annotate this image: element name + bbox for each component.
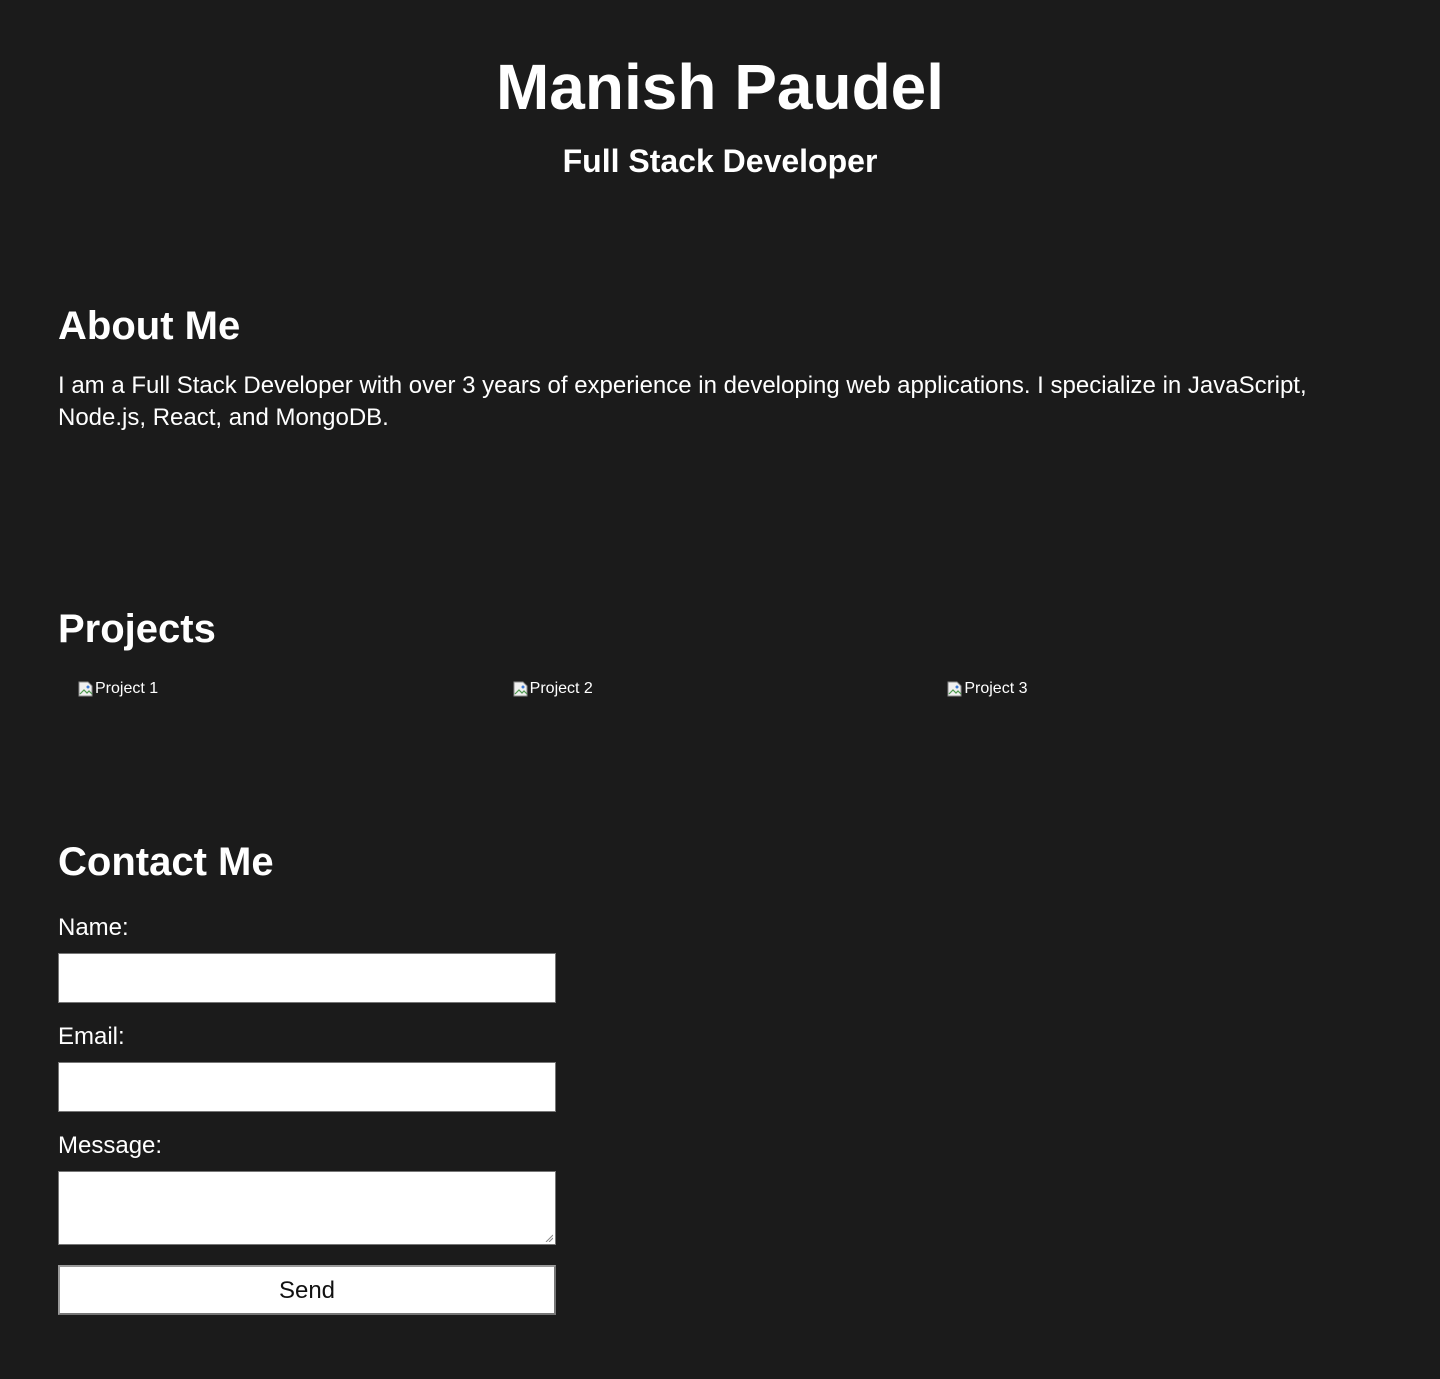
page-title: Manish Paudel [495, 51, 945, 123]
contact-form: Name: Email: Message: Send [58, 914, 1382, 1315]
resize-grip-icon[interactable] [545, 1234, 553, 1242]
page-header: Manish Paudel Full Stack Developer [0, 0, 1440, 180]
projects-heading: Projects [58, 607, 216, 651]
project-image: Project 1 [78, 679, 513, 699]
project-image: Project 2 [513, 679, 948, 699]
about-heading: About Me [58, 304, 241, 348]
project-grid: Project 1 Project 2 Project 3 [58, 679, 1382, 699]
about-section: About Me I am a Full Stack Developer wit… [58, 302, 1382, 434]
name-field[interactable] [58, 953, 556, 1003]
message-label: Message: [58, 1132, 163, 1159]
contact-heading: Contact Me [58, 840, 274, 884]
project-alt-text: Project 1 [95, 680, 159, 697]
project-alt-text: Project 2 [529, 680, 593, 697]
name-label: Name: [58, 914, 129, 941]
message-field[interactable] [58, 1171, 556, 1245]
contact-section: Contact Me Name: Email: Message: Send [58, 838, 1382, 1315]
project-image: Project 3 [947, 679, 1382, 699]
broken-image-icon [947, 681, 963, 697]
email-field[interactable] [58, 1062, 556, 1112]
broken-image-icon [78, 681, 94, 697]
about-text: I am a Full Stack Developer with over 3 … [58, 372, 1307, 431]
email-label: Email: [58, 1023, 125, 1050]
broken-image-icon [513, 681, 529, 697]
page-subtitle: Full Stack Developer [562, 143, 878, 179]
projects-section: Projects Project 1 Project 2 Project 3 [58, 605, 1382, 699]
send-button[interactable]: Send [58, 1265, 556, 1315]
project-alt-text: Project 3 [964, 680, 1028, 697]
